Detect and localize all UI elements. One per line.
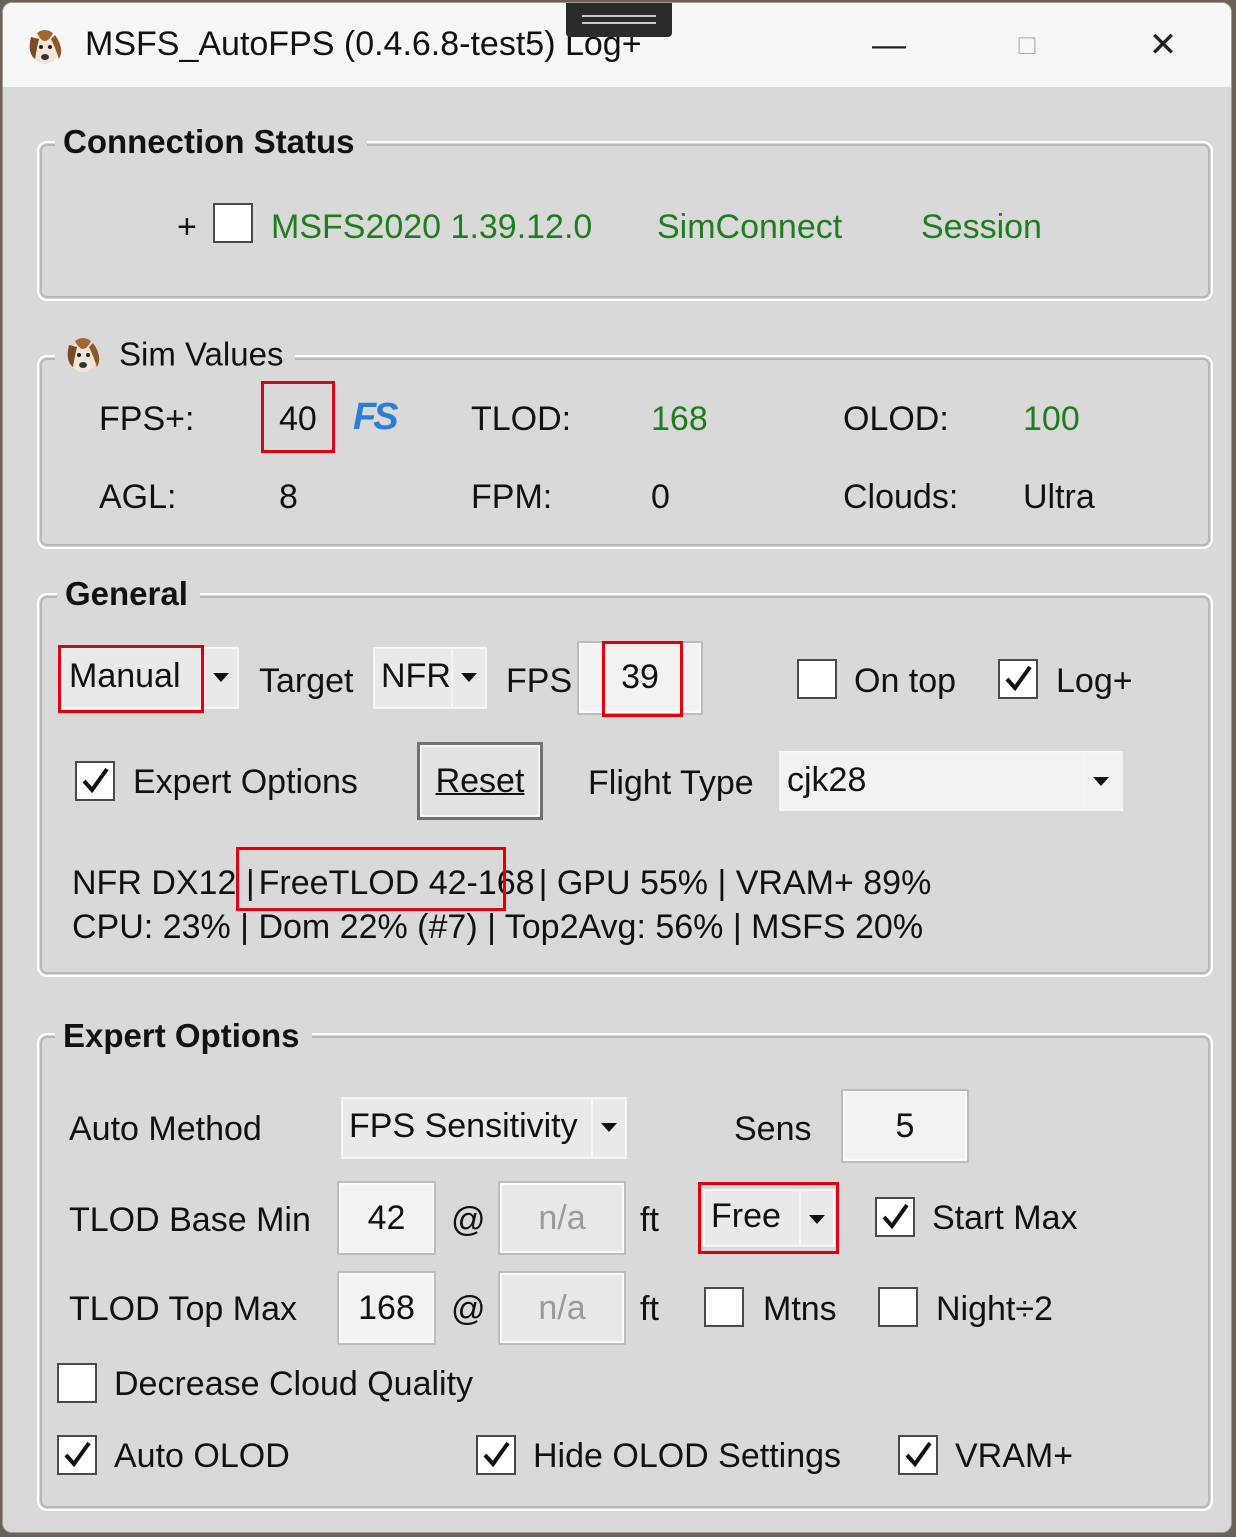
fpm-value: 0	[651, 478, 670, 516]
tlod-value: 168	[651, 400, 708, 438]
tlod-top-max-input[interactable]: 168	[337, 1271, 436, 1345]
flight-type-label: Flight Type	[588, 764, 754, 802]
top-max-altitude-input[interactable]: n/a	[498, 1271, 626, 1345]
auto-method-value: FPS Sensitivity	[349, 1107, 578, 1145]
mode-highlight-box	[58, 645, 204, 713]
dropdown-arrow-icon[interactable]	[203, 649, 237, 707]
tlod-top-max-label: TLOD Top Max	[69, 1290, 298, 1328]
night-checkbox[interactable]	[878, 1287, 918, 1327]
maximize-button[interactable]: □	[997, 23, 1057, 67]
sim-values-group	[37, 355, 1213, 549]
tlod-base-min-label: TLOD Base Min	[69, 1201, 311, 1239]
sens-label: Sens	[734, 1110, 812, 1148]
mtns-checkbox[interactable]	[704, 1287, 744, 1327]
fs-logo-icon: FS	[353, 396, 399, 438]
sim-values-title-wrap: Sim Values	[55, 333, 296, 376]
flight-type-value: cjk28	[787, 761, 867, 799]
sim-values-title: Sim Values	[119, 335, 284, 373]
target-label: Target	[259, 662, 354, 700]
simconnect-status: SimConnect	[657, 208, 843, 246]
minimize-button[interactable]: —	[859, 23, 919, 67]
auto-olod-label: Auto OLOD	[114, 1437, 290, 1475]
sens-input[interactable]: 5	[841, 1089, 969, 1163]
target-select-value: NFR	[381, 657, 451, 695]
expert-options-checkbox[interactable]	[75, 761, 115, 801]
dog-app-icon	[29, 30, 62, 64]
mtns-label: Mtns	[763, 1290, 837, 1328]
olod-value: 100	[1023, 400, 1080, 438]
fps-plus-label: FPS+:	[99, 400, 195, 438]
free-highlight-box	[698, 1182, 839, 1254]
vram-plus-checkbox[interactable]	[898, 1435, 938, 1475]
dog-icon	[67, 338, 100, 373]
hide-olod-settings-checkbox[interactable]	[476, 1435, 516, 1475]
expert-options-label: Expert Options	[133, 763, 358, 801]
fpm-label: FPM:	[471, 478, 553, 516]
hide-olod-settings-label: Hide OLOD Settings	[533, 1437, 842, 1475]
vram-plus-label: VRAM+	[955, 1437, 1074, 1475]
flight-type-select[interactable]: cjk28	[779, 751, 1123, 811]
window-title: MSFS_AutoFPS (0.4.6.8-test5) Log+	[85, 25, 642, 63]
status-renderer: NFR DX12 |	[72, 864, 255, 902]
sim-version-status: MSFS2020 1.39.12.0	[271, 208, 593, 246]
tlod-label: TLOD:	[471, 400, 572, 438]
base-min-altitude-input[interactable]: n/a	[498, 1181, 626, 1255]
start-max-checkbox[interactable]	[875, 1197, 915, 1237]
client-area: Connection Status + MSFS2020 1.39.12.0 S…	[3, 87, 1231, 1532]
auto-method-label: Auto Method	[69, 1110, 262, 1148]
clouds-label: Clouds:	[843, 478, 959, 516]
close-button[interactable]: ✕	[1133, 23, 1193, 67]
plus-label: +	[177, 208, 197, 246]
tlod-base-min-input[interactable]: 42	[337, 1181, 436, 1255]
olod-label: OLOD:	[843, 400, 949, 438]
dropdown-arrow-icon[interactable]	[591, 1099, 625, 1157]
dropdown-arrow-icon[interactable]	[451, 649, 485, 707]
title-bar[interactable]: MSFS_AutoFPS (0.4.6.8-test5) Log+ — □ ✕	[3, 3, 1231, 87]
check-icon	[905, 1441, 932, 1468]
check-icon	[483, 1441, 510, 1468]
on-top-label: On top	[854, 662, 957, 700]
ft-label: ft	[640, 1290, 659, 1328]
at-label: @	[451, 1201, 486, 1239]
clouds-value: Ultra	[1023, 478, 1095, 516]
decrease-cloud-quality-label: Decrease Cloud Quality	[114, 1365, 474, 1403]
expert-options-title: Expert Options	[55, 1017, 312, 1055]
agl-label: AGL:	[99, 478, 177, 516]
status-line-2: CPU: 23% | Dom 22% (#7) | Top2Avg: 56% |…	[72, 908, 924, 946]
ft-label: ft	[640, 1201, 659, 1239]
connection-status-title: Connection Status	[55, 123, 367, 161]
session-status: Session	[921, 208, 1042, 246]
start-max-label: Start Max	[932, 1199, 1078, 1237]
dropdown-arrow-icon[interactable]	[1083, 753, 1121, 809]
auto-olod-checkbox[interactable]	[57, 1435, 97, 1475]
status-gpu: | GPU 55% | VRAM+ 89%	[538, 864, 932, 902]
fps-label: FPS	[506, 662, 573, 700]
check-icon	[1005, 665, 1032, 692]
log-plus-checkbox[interactable]	[998, 659, 1038, 699]
target-select[interactable]: NFR	[373, 647, 487, 709]
freetlod-highlight-box	[236, 847, 506, 911]
check-icon	[82, 767, 109, 794]
decrease-cloud-quality-checkbox[interactable]	[57, 1363, 97, 1403]
check-icon	[64, 1441, 91, 1468]
general-title: General	[57, 575, 200, 613]
connection-checkbox[interactable]	[213, 203, 253, 243]
agl-value: 8	[279, 478, 298, 516]
at-label: @	[451, 1290, 486, 1328]
auto-method-select[interactable]: FPS Sensitivity	[341, 1097, 627, 1159]
snap-layout-handle[interactable]	[566, 3, 672, 37]
night-label: Night÷2	[936, 1290, 1053, 1328]
reset-button[interactable]: Reset	[417, 742, 543, 820]
log-plus-label: Log+	[1056, 662, 1133, 700]
on-top-checkbox[interactable]	[797, 659, 837, 699]
fps-target-highlight-box	[602, 641, 683, 717]
app-window: MSFS_AutoFPS (0.4.6.8-test5) Log+ — □ ✕ …	[2, 2, 1232, 1533]
fps-highlight-box	[261, 381, 335, 453]
check-icon	[882, 1203, 909, 1230]
